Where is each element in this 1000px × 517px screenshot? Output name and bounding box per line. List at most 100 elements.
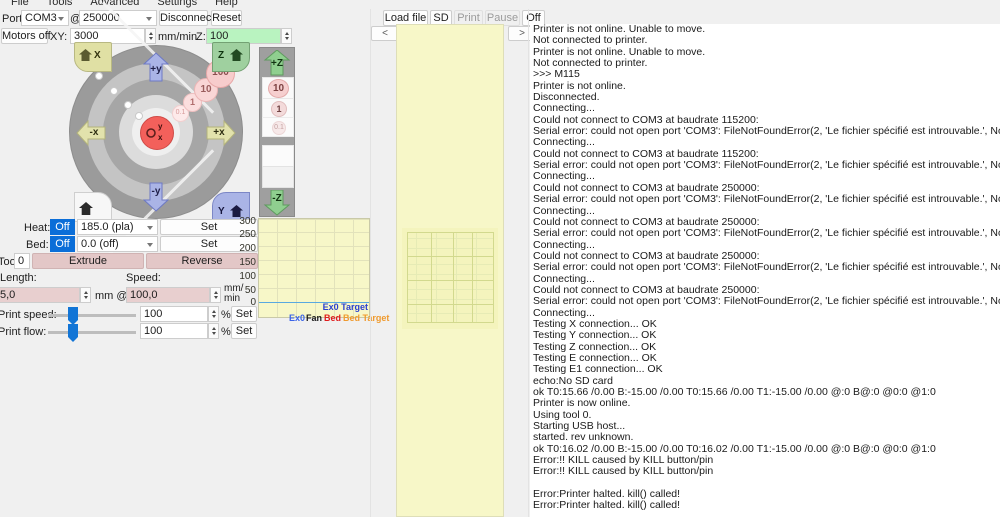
- graph-ytick: 200: [239, 243, 256, 254]
- z-jog-pad[interactable]: +Z 10 1 0.1 -Z: [259, 47, 295, 217]
- log-line: Disconnected.: [533, 91, 600, 104]
- extrude-button[interactable]: Extrude: [32, 253, 144, 269]
- preview-prev-button[interactable]: <: [371, 26, 399, 41]
- print-speed-set-button[interactable]: Set: [231, 306, 257, 322]
- print-speed-stepper[interactable]: [208, 306, 219, 322]
- z-step-10-button[interactable]: 10: [262, 77, 294, 99]
- plate-minor-line: [407, 264, 493, 265]
- connection-bar: Port COM3 @ 250000 Disconnect Reset: [0, 9, 372, 29]
- z-plus-button[interactable]: +Z: [263, 49, 291, 76]
- print-flow-slider[interactable]: [48, 331, 136, 334]
- home-x-button[interactable]: X: [74, 42, 112, 72]
- graph-ytick: 50: [244, 285, 256, 296]
- print-flow-set-button[interactable]: Set: [231, 323, 257, 339]
- plate-minor-line: [407, 248, 493, 249]
- disconnect-button[interactable]: Disconnect: [159, 10, 214, 26]
- motors-off-button[interactable]: Motors off: [1, 28, 51, 44]
- pronterface-window: File Tools Advanced Settings Help Port C…: [0, 0, 1000, 517]
- speed-stepper[interactable]: [210, 287, 221, 303]
- jog-step-marker-2[interactable]: [110, 87, 118, 95]
- print-flow-stepper[interactable]: [208, 323, 219, 339]
- length-stepper[interactable]: [80, 287, 91, 303]
- jog-step-marker-3[interactable]: [95, 72, 103, 80]
- console-log-pane[interactable]: Printer is not online. Unable to move. No…: [530, 24, 1000, 517]
- menu-item-settings[interactable]: Settings: [148, 0, 206, 8]
- log-line: Testing Y connection... OK: [533, 329, 657, 342]
- xy-jog-pad[interactable]: 0.1 1 10 100 +y -y +x -x y x X Z Y: [62, 1, 258, 262]
- z-step-1-label: 1: [271, 101, 287, 117]
- print-speed-slider[interactable]: [48, 314, 136, 317]
- legend-ex0: Ex0: [289, 313, 306, 323]
- log-line: Testing E1 connection... OK: [533, 363, 663, 376]
- z-step-0_1-label: 0.1: [272, 121, 286, 135]
- log-line: Serial error: could not open port 'COM3'…: [533, 261, 1000, 274]
- speed-units-line2: min: [224, 293, 241, 304]
- reset-button[interactable]: Reset: [211, 10, 242, 26]
- menu-item-advanced[interactable]: Advanced: [81, 0, 148, 8]
- menu-item-file[interactable]: File: [2, 0, 38, 8]
- menu-item-help[interactable]: Help: [206, 0, 247, 8]
- jog-plus-y-button[interactable]: +y: [141, 52, 171, 82]
- print-speed-percent: %: [221, 309, 231, 321]
- temperature-graph[interactable]: Ex0 Target Ex0 Fan Bed Bed Target: [258, 218, 389, 323]
- z-speed-stepper[interactable]: [281, 28, 292, 44]
- home-all-button[interactable]: [74, 192, 112, 222]
- speed-input[interactable]: 100,0: [126, 287, 210, 303]
- legend-fan: Fan: [306, 313, 323, 323]
- heat-extrude-panel: Heat: Off 185.0 (pla) Set Bed: Off 0.0 (…: [0, 219, 258, 342]
- plate-border-top: [407, 232, 494, 233]
- tool-input[interactable]: 0: [14, 253, 30, 269]
- menu-item-tools[interactable]: Tools: [38, 0, 82, 8]
- z-step-0_1-button[interactable]: 0.1: [262, 117, 294, 137]
- graph-ytick: 250: [239, 229, 256, 240]
- z-minus-button[interactable]: -Z: [263, 189, 291, 216]
- jog-plus-x-button[interactable]: +x: [206, 118, 236, 148]
- plate-minor-line: [416, 232, 417, 322]
- z-plus-label: +Z: [271, 58, 283, 69]
- plate-minor-line: [476, 232, 477, 322]
- print-flow-percent: %: [221, 326, 231, 338]
- log-line: Not connected to printer.: [533, 34, 648, 47]
- panel-divider-right: [528, 9, 529, 517]
- heat-preset-select[interactable]: 185.0 (pla): [77, 219, 158, 235]
- bed-preset-select[interactable]: 0.0 (off): [77, 236, 158, 252]
- heat-toggle[interactable]: Off: [50, 219, 75, 235]
- jog-plus-y-label: +y: [150, 64, 162, 75]
- jog-minus-x-button[interactable]: -x: [76, 118, 106, 148]
- plate-border-bottom: [407, 322, 494, 323]
- z-track-slot-1[interactable]: [262, 145, 294, 167]
- plate-minor-line: [407, 299, 493, 300]
- build-plate-grid[interactable]: [402, 228, 498, 329]
- jog-plus-x-label: +x: [213, 127, 225, 138]
- z-track-slot-2[interactable]: [262, 166, 294, 188]
- jog-center-origin-button[interactable]: y x: [140, 116, 174, 150]
- log-line: Serial error: could not open port 'COM3'…: [533, 227, 1000, 240]
- print-speed-input[interactable]: 100: [140, 306, 208, 322]
- home-z-button[interactable]: Z: [212, 42, 250, 72]
- print-flow-label: Print flow:: [0, 326, 47, 338]
- print-speed-slider-thumb[interactable]: [68, 307, 78, 320]
- home-z-label: Z: [218, 50, 225, 61]
- bed-toggle[interactable]: Off: [50, 236, 75, 252]
- port-select[interactable]: COM3: [21, 10, 69, 26]
- length-input[interactable]: 5,0: [0, 287, 80, 303]
- graph-ytick: 100: [239, 271, 256, 282]
- log-line: Serial error: could not open port 'COM3'…: [533, 193, 1000, 206]
- z-minus-label: -Z: [272, 193, 282, 204]
- jog-center-y-label: y: [158, 122, 163, 131]
- print-flow-input[interactable]: 100: [140, 323, 208, 339]
- log-line: Serial error: could not open port 'COM3'…: [533, 295, 1000, 308]
- jog-minus-y-button[interactable]: -y: [141, 182, 171, 212]
- print-flow-slider-thumb[interactable]: [68, 324, 78, 337]
- log-line: Printer is now online.: [533, 397, 631, 410]
- jog-step-marker-1[interactable]: [124, 101, 132, 109]
- panel-divider-left: [370, 9, 371, 517]
- length-label: Length:: [0, 272, 37, 284]
- plate-minor-line: [436, 232, 437, 322]
- graph-ytick: 300: [239, 216, 256, 227]
- port-label: Port: [2, 13, 23, 25]
- plate-major-line: [407, 280, 494, 281]
- z-step-1-button[interactable]: 1: [262, 98, 294, 118]
- graph-ytick: 150: [239, 257, 256, 268]
- graph-ytick: 0: [250, 297, 256, 308]
